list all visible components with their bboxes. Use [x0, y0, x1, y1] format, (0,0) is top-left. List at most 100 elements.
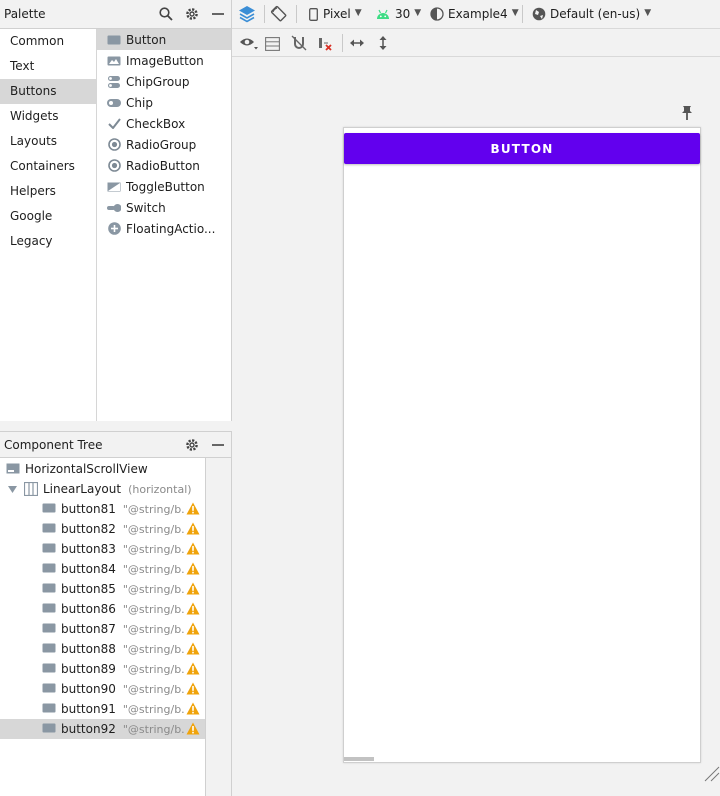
palette-item-label: Switch [126, 200, 166, 215]
warning-icon[interactable] [186, 662, 200, 675]
device-selector[interactable]: Pixel ▼ [309, 4, 362, 24]
category-google[interactable]: Google [0, 204, 96, 229]
expand-caret-icon[interactable] [8, 485, 18, 493]
tree-row-label: button90 [61, 682, 116, 696]
palette-item-togglebutton[interactable]: ToggleButton [97, 176, 231, 197]
category-common[interactable]: Common [0, 29, 96, 54]
tree-row-button81[interactable]: button81 "@string/b... [0, 499, 205, 519]
tree-row-button89[interactable]: button89 "@string/b... [0, 659, 205, 679]
minimize-icon[interactable] [210, 437, 226, 453]
warning-icon[interactable] [186, 502, 200, 515]
tree-row-meta: "@string/b... [122, 682, 185, 696]
tree-row-button84[interactable]: button84 "@string/b... [0, 559, 205, 579]
expand-horizontal-icon[interactable] [349, 33, 365, 53]
warning-icon[interactable] [186, 622, 200, 635]
palette-header: Palette [0, 0, 232, 29]
palette-item-radiogroup[interactable]: RadioGroup [97, 134, 231, 155]
tree-row-button87[interactable]: button87 "@string/b... [0, 619, 205, 639]
tree-row-button82[interactable]: button82 "@string/b... [0, 519, 205, 539]
tree-row-button88[interactable]: button88 "@string/b... [0, 639, 205, 659]
resize-grip-icon[interactable] [702, 764, 720, 782]
tree-row-label: button88 [61, 642, 116, 656]
palette-item-label: ToggleButton [126, 179, 205, 194]
warning-icon[interactable] [186, 702, 200, 715]
search-icon[interactable] [158, 6, 174, 22]
category-containers[interactable]: Containers [0, 154, 96, 179]
tree-row-meta: (horizontal) [128, 482, 192, 496]
tree-row-button90[interactable]: button90 "@string/b... [0, 679, 205, 699]
gear-icon[interactable] [184, 437, 200, 453]
palette-category-list: Common Text Buttons Widgets Layouts Cont… [0, 29, 97, 421]
device-preview[interactable] [343, 127, 701, 763]
layout-toolbar [232, 29, 720, 57]
tree-row-button85[interactable]: button85 "@string/b... [0, 579, 205, 599]
orientation-icon[interactable] [270, 4, 288, 24]
category-buttons[interactable]: Buttons [0, 79, 96, 104]
chevron-down-icon: ▼ [354, 8, 362, 18]
tree-row-meta: "@string/b... [122, 542, 185, 556]
tree-row-linearlayout[interactable]: LinearLayout (horizontal) [0, 479, 205, 499]
magnet-off-icon[interactable] [291, 33, 307, 53]
warning-icon[interactable] [186, 602, 200, 615]
tree-row-button83[interactable]: button83 "@string/b... [0, 539, 205, 559]
warning-icon[interactable] [186, 562, 200, 575]
warning-icon[interactable] [186, 542, 200, 555]
view-options-icon[interactable] [239, 33, 259, 53]
tree-row-label: button82 [61, 522, 116, 536]
horizontal-scrollbar[interactable] [344, 757, 374, 761]
theme-label: Example4 [448, 7, 508, 21]
theme-selector[interactable]: Example4 ▼ [430, 4, 519, 24]
blueprint-icon[interactable] [265, 34, 280, 54]
android-icon [377, 9, 389, 19]
tree-row-label: LinearLayout [43, 482, 122, 496]
clear-constraints-icon[interactable] [317, 33, 333, 53]
tree-row-meta: "@string/b... [122, 642, 185, 656]
locale-selector[interactable]: Default (en-us) ▼ [532, 4, 651, 24]
tree-row-label: button91 [61, 702, 116, 716]
preview-button[interactable]: BUTTON [344, 133, 700, 164]
palette-item-chipgroup[interactable]: ChipGroup [97, 71, 231, 92]
category-layouts[interactable]: Layouts [0, 129, 96, 154]
switch-icon [107, 201, 121, 215]
layers-icon[interactable] [238, 4, 256, 24]
tree-row-button86[interactable]: button86 "@string/b... [0, 599, 205, 619]
palette-item-switch[interactable]: Switch [97, 197, 231, 218]
fab-icon [107, 222, 121, 236]
tree-row-label: button83 [61, 542, 116, 556]
tree-row-button92[interactable]: button92 "@string/b... [0, 719, 205, 739]
category-legacy[interactable]: Legacy [0, 229, 96, 254]
tree-scroll-gutter [206, 458, 232, 796]
palette-item-button[interactable]: Button [97, 29, 231, 50]
minimize-icon[interactable] [210, 6, 226, 22]
warning-icon[interactable] [186, 682, 200, 695]
warning-icon[interactable] [186, 642, 200, 655]
palette-item-checkbox[interactable]: CheckBox [97, 113, 231, 134]
expand-vertical-icon[interactable] [377, 33, 389, 53]
category-widgets[interactable]: Widgets [0, 104, 96, 129]
palette-item-label: RadioButton [126, 158, 200, 173]
component-tree-header: Component Tree [0, 431, 232, 458]
tree-row-label: HorizontalScrollView [25, 462, 148, 476]
palette-item-radiobutton[interactable]: RadioButton [97, 155, 231, 176]
api-selector[interactable]: 30 ▼ [376, 4, 421, 24]
tree-row-horizontalscrollview[interactable]: HorizontalScrollView [0, 459, 205, 479]
tree-row-label: button81 [61, 502, 116, 516]
warning-icon[interactable] [186, 582, 200, 595]
locale-label: Default (en-us) [550, 7, 641, 21]
category-text[interactable]: Text [0, 54, 96, 79]
tree-row-meta: "@string/b... [122, 622, 185, 636]
gear-icon[interactable] [184, 6, 200, 22]
palette-item-floatingactionbutton[interactable]: FloatingActio... [97, 218, 231, 239]
tree-row-button91[interactable]: button91 "@string/b... [0, 699, 205, 719]
palette-item-label: RadioGroup [126, 137, 197, 152]
palette-item-list: Button ImageButton ChipGroup Chip CheckB… [97, 29, 232, 421]
warning-icon[interactable] [186, 722, 200, 735]
category-helpers[interactable]: Helpers [0, 179, 96, 204]
button-widget-icon [42, 583, 56, 595]
pin-icon[interactable] [681, 105, 693, 121]
palette-item-imagebutton[interactable]: ImageButton [97, 50, 231, 71]
warning-icon[interactable] [186, 522, 200, 535]
checkbox-icon [107, 117, 121, 131]
palette-item-chip[interactable]: Chip [97, 92, 231, 113]
tree-row-meta: "@string/b... [122, 662, 185, 676]
